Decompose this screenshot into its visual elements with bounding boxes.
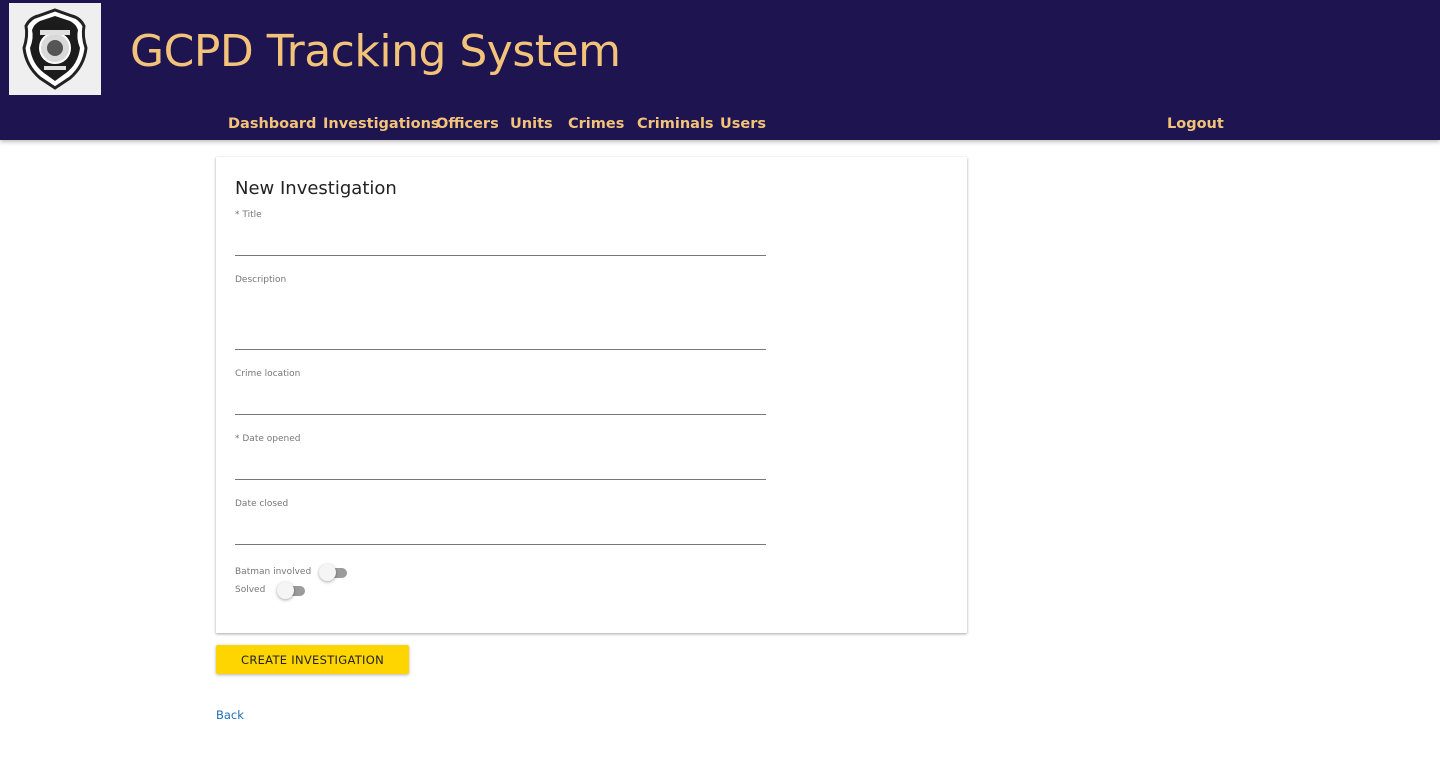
nav-item-crimes[interactable]: Crimes xyxy=(568,116,624,132)
batman-involved-toggle[interactable] xyxy=(319,564,347,582)
required-marker: * xyxy=(235,434,240,444)
required-marker: * xyxy=(235,210,240,220)
form-title: New Investigation xyxy=(235,178,397,199)
toggle-thumb xyxy=(277,582,294,599)
solved-label: Solved xyxy=(235,585,266,595)
title-field: * Title xyxy=(235,210,766,256)
nav-item-criminals[interactable]: Criminals xyxy=(637,116,714,132)
police-badge-icon[interactable] xyxy=(9,3,101,95)
new-investigation-card: New Investigation * Title Description Cr… xyxy=(216,157,967,633)
date-opened-field: * Date opened xyxy=(235,434,766,480)
date-closed-field: Date closed xyxy=(235,499,766,545)
nav-item-investigations[interactable]: Investigations xyxy=(323,116,440,132)
crime-location-field: Crime location xyxy=(235,369,766,415)
date-opened-label: Date opened xyxy=(242,434,301,444)
logout-link[interactable]: Logout xyxy=(1167,116,1224,132)
description-label: Description xyxy=(235,275,287,285)
batman-involved-row: Batman involved xyxy=(235,564,375,582)
description-textarea[interactable] xyxy=(235,285,766,350)
title-label: Title xyxy=(242,210,262,220)
toggle-thumb xyxy=(319,564,336,581)
solved-row: Solved xyxy=(235,582,335,600)
nav-item-dashboard[interactable]: Dashboard xyxy=(228,116,316,132)
nav-item-users[interactable]: Users xyxy=(720,116,766,132)
create-investigation-button[interactable]: CREATE INVESTIGATION xyxy=(216,645,409,674)
app-title: GCPD Tracking System xyxy=(130,26,621,77)
nav-item-units[interactable]: Units xyxy=(510,116,553,132)
crime-location-label: Crime location xyxy=(235,369,301,379)
back-link[interactable]: Back xyxy=(216,708,244,722)
date-closed-input[interactable] xyxy=(235,509,766,545)
nav-item-officers[interactable]: Officers xyxy=(436,116,499,132)
title-input[interactable] xyxy=(235,220,766,256)
crime-location-input[interactable] xyxy=(235,379,766,415)
batman-involved-label: Batman involved xyxy=(235,567,312,577)
date-opened-input[interactable] xyxy=(235,444,766,480)
description-field: Description xyxy=(235,275,766,350)
app-header: GCPD Tracking System Dashboard Investiga… xyxy=(0,0,1440,140)
date-closed-label: Date closed xyxy=(235,499,289,509)
solved-toggle[interactable] xyxy=(277,582,305,600)
